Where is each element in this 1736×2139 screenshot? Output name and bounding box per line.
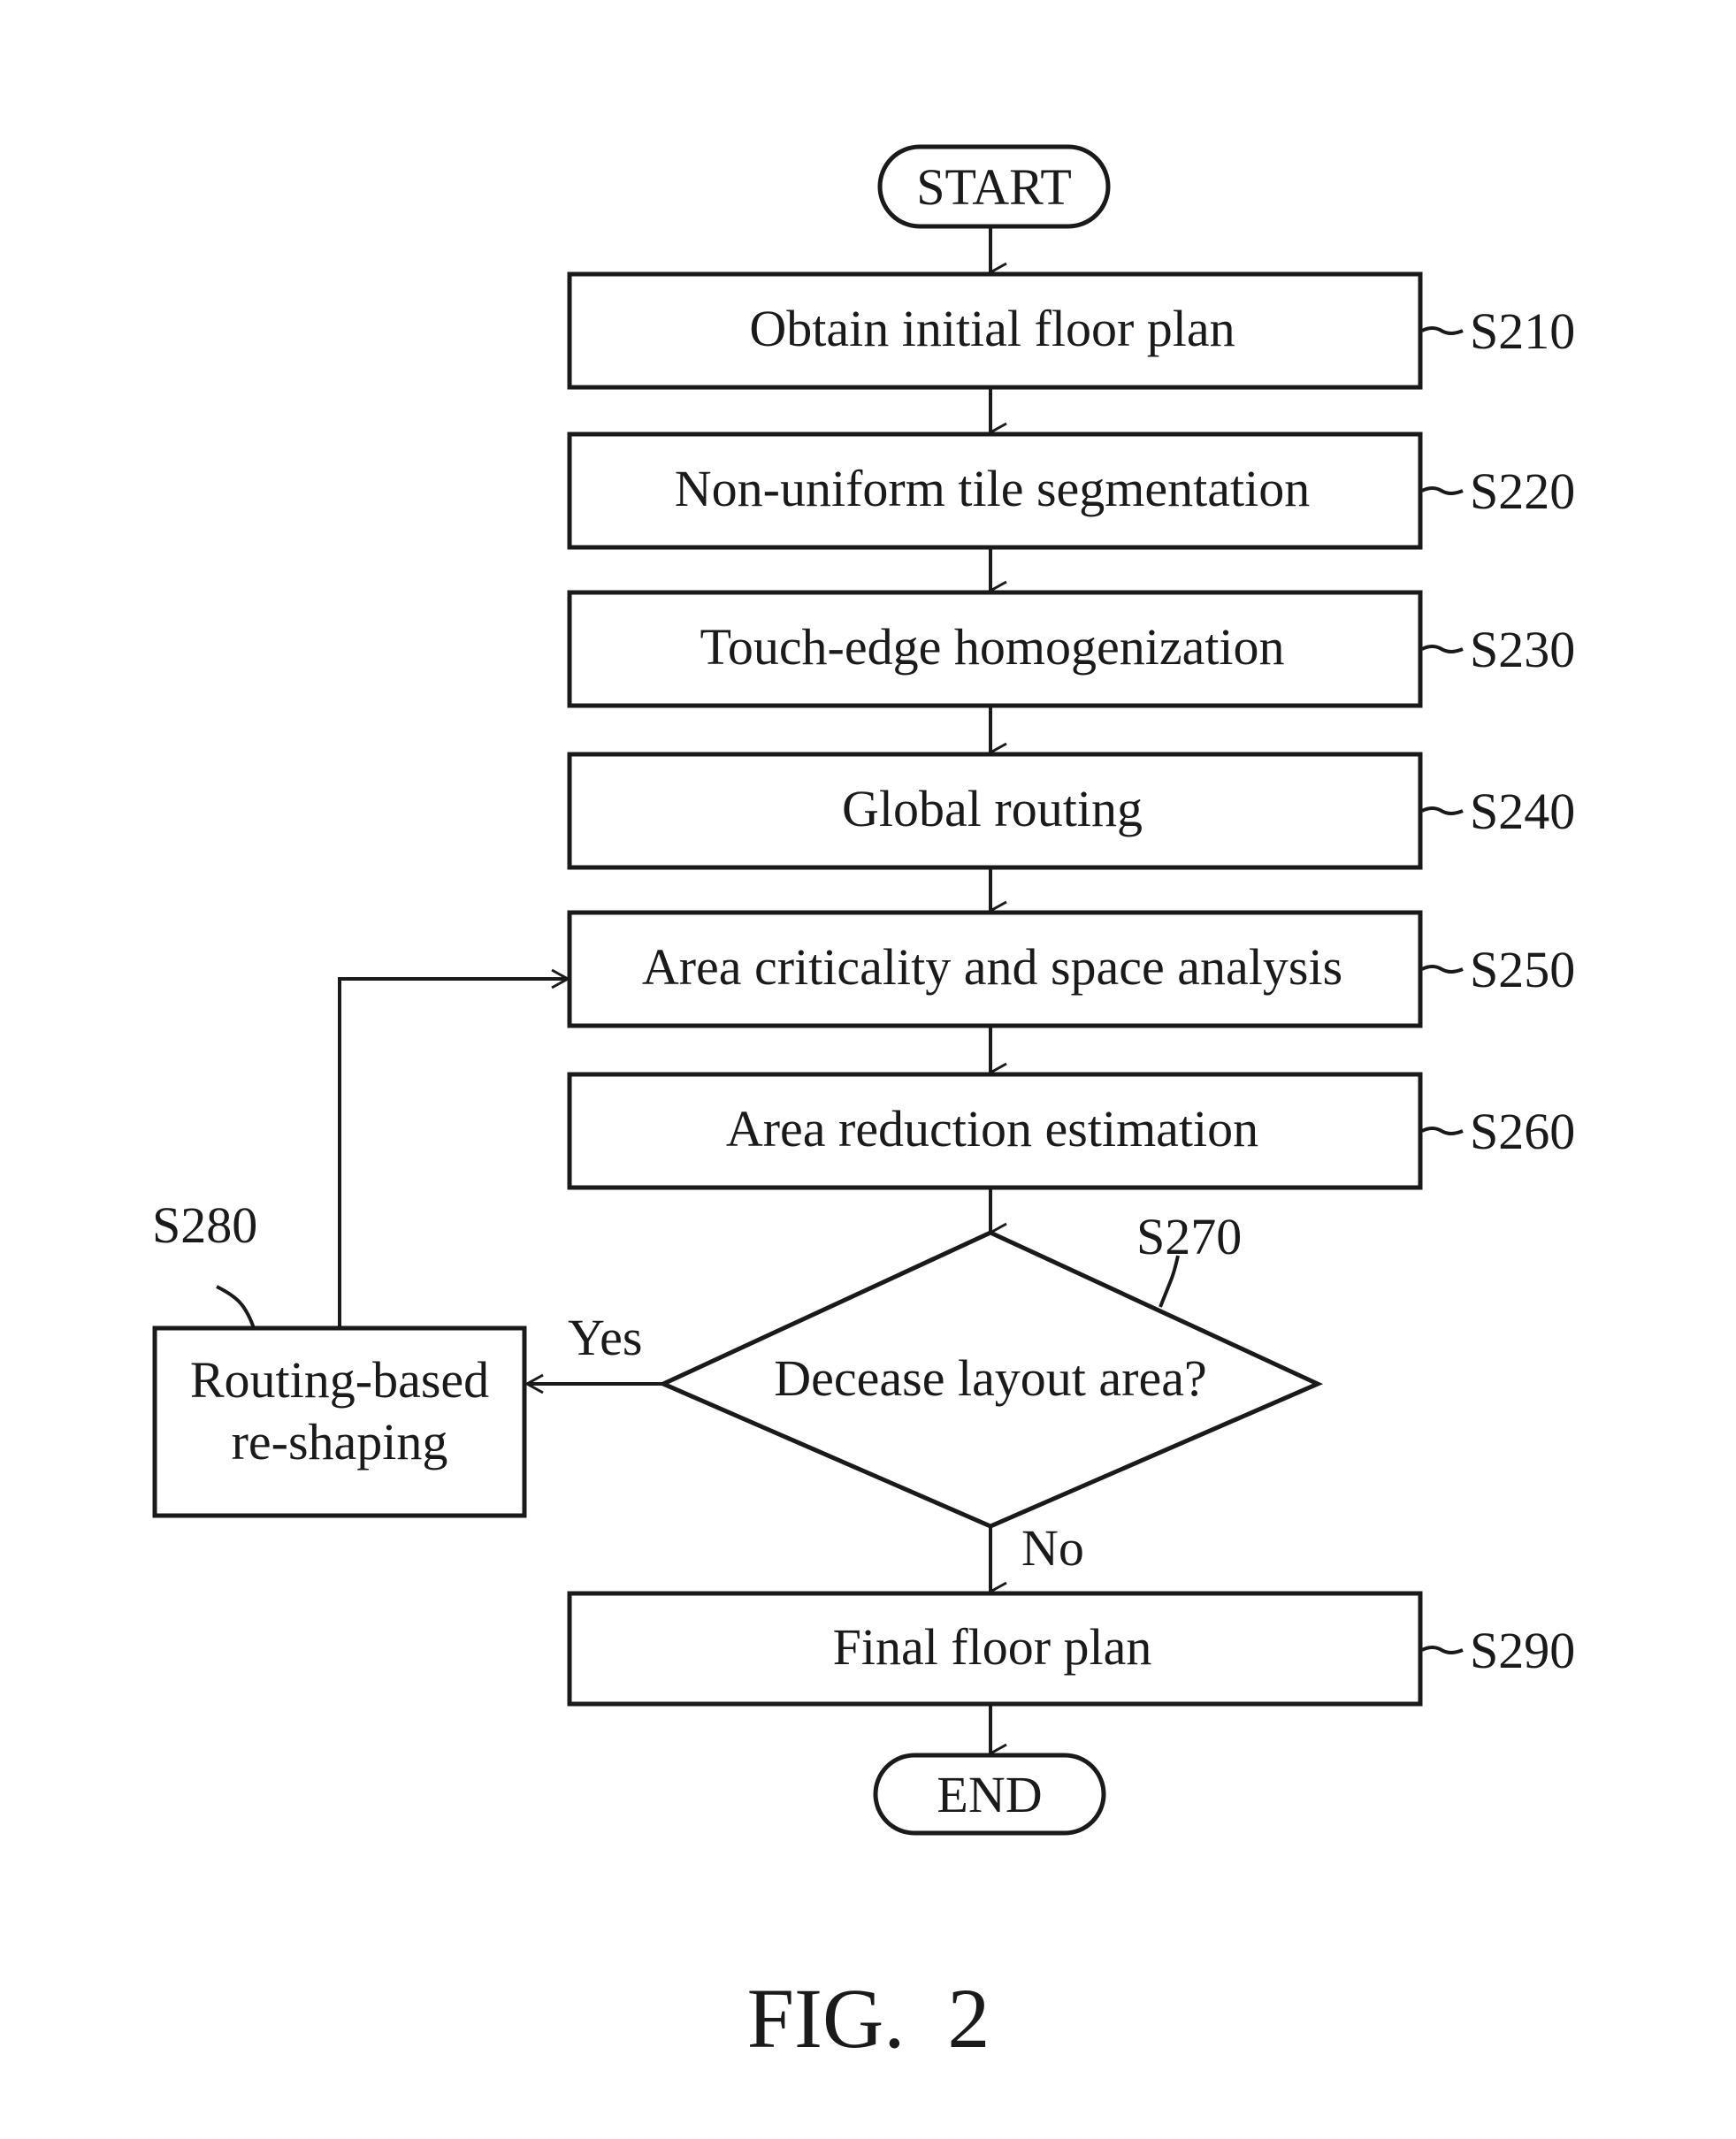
step-s250: Area criticality and space analysis S250 <box>567 910 1575 1028</box>
step-s260: Area reduction estimation S260 <box>567 1072 1575 1190</box>
ref-s250: S250 <box>1470 941 1575 998</box>
step-s230: Touch-edge homogenization S230 <box>567 590 1575 708</box>
leader-s230 <box>1421 645 1464 653</box>
end-terminal: END <box>873 1753 1106 1836</box>
ref-s230: S230 <box>1470 621 1575 678</box>
leader-s210 <box>1421 326 1464 335</box>
leader-s290 <box>1421 1646 1464 1654</box>
figure-caption: FIG. 2 <box>747 1971 990 2066</box>
leader-s240 <box>1421 806 1464 815</box>
step-s240: Global routing S240 <box>567 752 1575 870</box>
step-s220-label: Non-uniform tile segmentation <box>675 460 1310 517</box>
end-label: END <box>937 1766 1042 1823</box>
step-s230-label: Touch-edge homogenization <box>700 618 1284 676</box>
ref-s220: S220 <box>1470 462 1575 520</box>
step-s250-label: Area criticality and space analysis <box>642 938 1342 996</box>
arrow-s280-to-s250 <box>338 979 568 1328</box>
flowchart: START Obtain initial floor plan S210 Non… <box>152 144 1575 2066</box>
start-label: START <box>916 158 1072 216</box>
no-label: No <box>1021 1519 1084 1577</box>
ref-s270: S270 <box>1136 1208 1242 1265</box>
decision-s270-label: Decease layout area? <box>774 1349 1206 1407</box>
step-s220: Non-uniform tile segmentation S220 <box>567 432 1575 550</box>
ref-s290: S290 <box>1470 1622 1575 1679</box>
step-s210: Obtain initial floor plan S210 <box>567 271 1575 390</box>
step-s280-line2: re-shaping <box>232 1413 448 1471</box>
leader-s220 <box>1421 486 1464 495</box>
ref-s210: S210 <box>1470 302 1575 360</box>
leader-s280 <box>216 1285 256 1329</box>
start-terminal: START <box>877 144 1111 229</box>
step-s210-label: Obtain initial floor plan <box>749 300 1235 357</box>
step-s290: Final floor plan S290 <box>567 1591 1575 1707</box>
ref-s260: S260 <box>1470 1103 1575 1160</box>
ref-s240: S240 <box>1470 783 1575 840</box>
step-s260-label: Area reduction estimation <box>726 1100 1258 1157</box>
leader-s250 <box>1421 965 1464 974</box>
decision-s270: Decease layout area? S270 <box>657 1208 1324 1529</box>
ref-s280: S280 <box>152 1196 257 1254</box>
yes-label: Yes <box>568 1309 642 1366</box>
step-s240-label: Global routing <box>842 780 1143 837</box>
step-s290-label: Final floor plan <box>833 1618 1152 1676</box>
leader-s260 <box>1421 1127 1464 1135</box>
step-s280-line1: Routing-based <box>190 1351 489 1409</box>
